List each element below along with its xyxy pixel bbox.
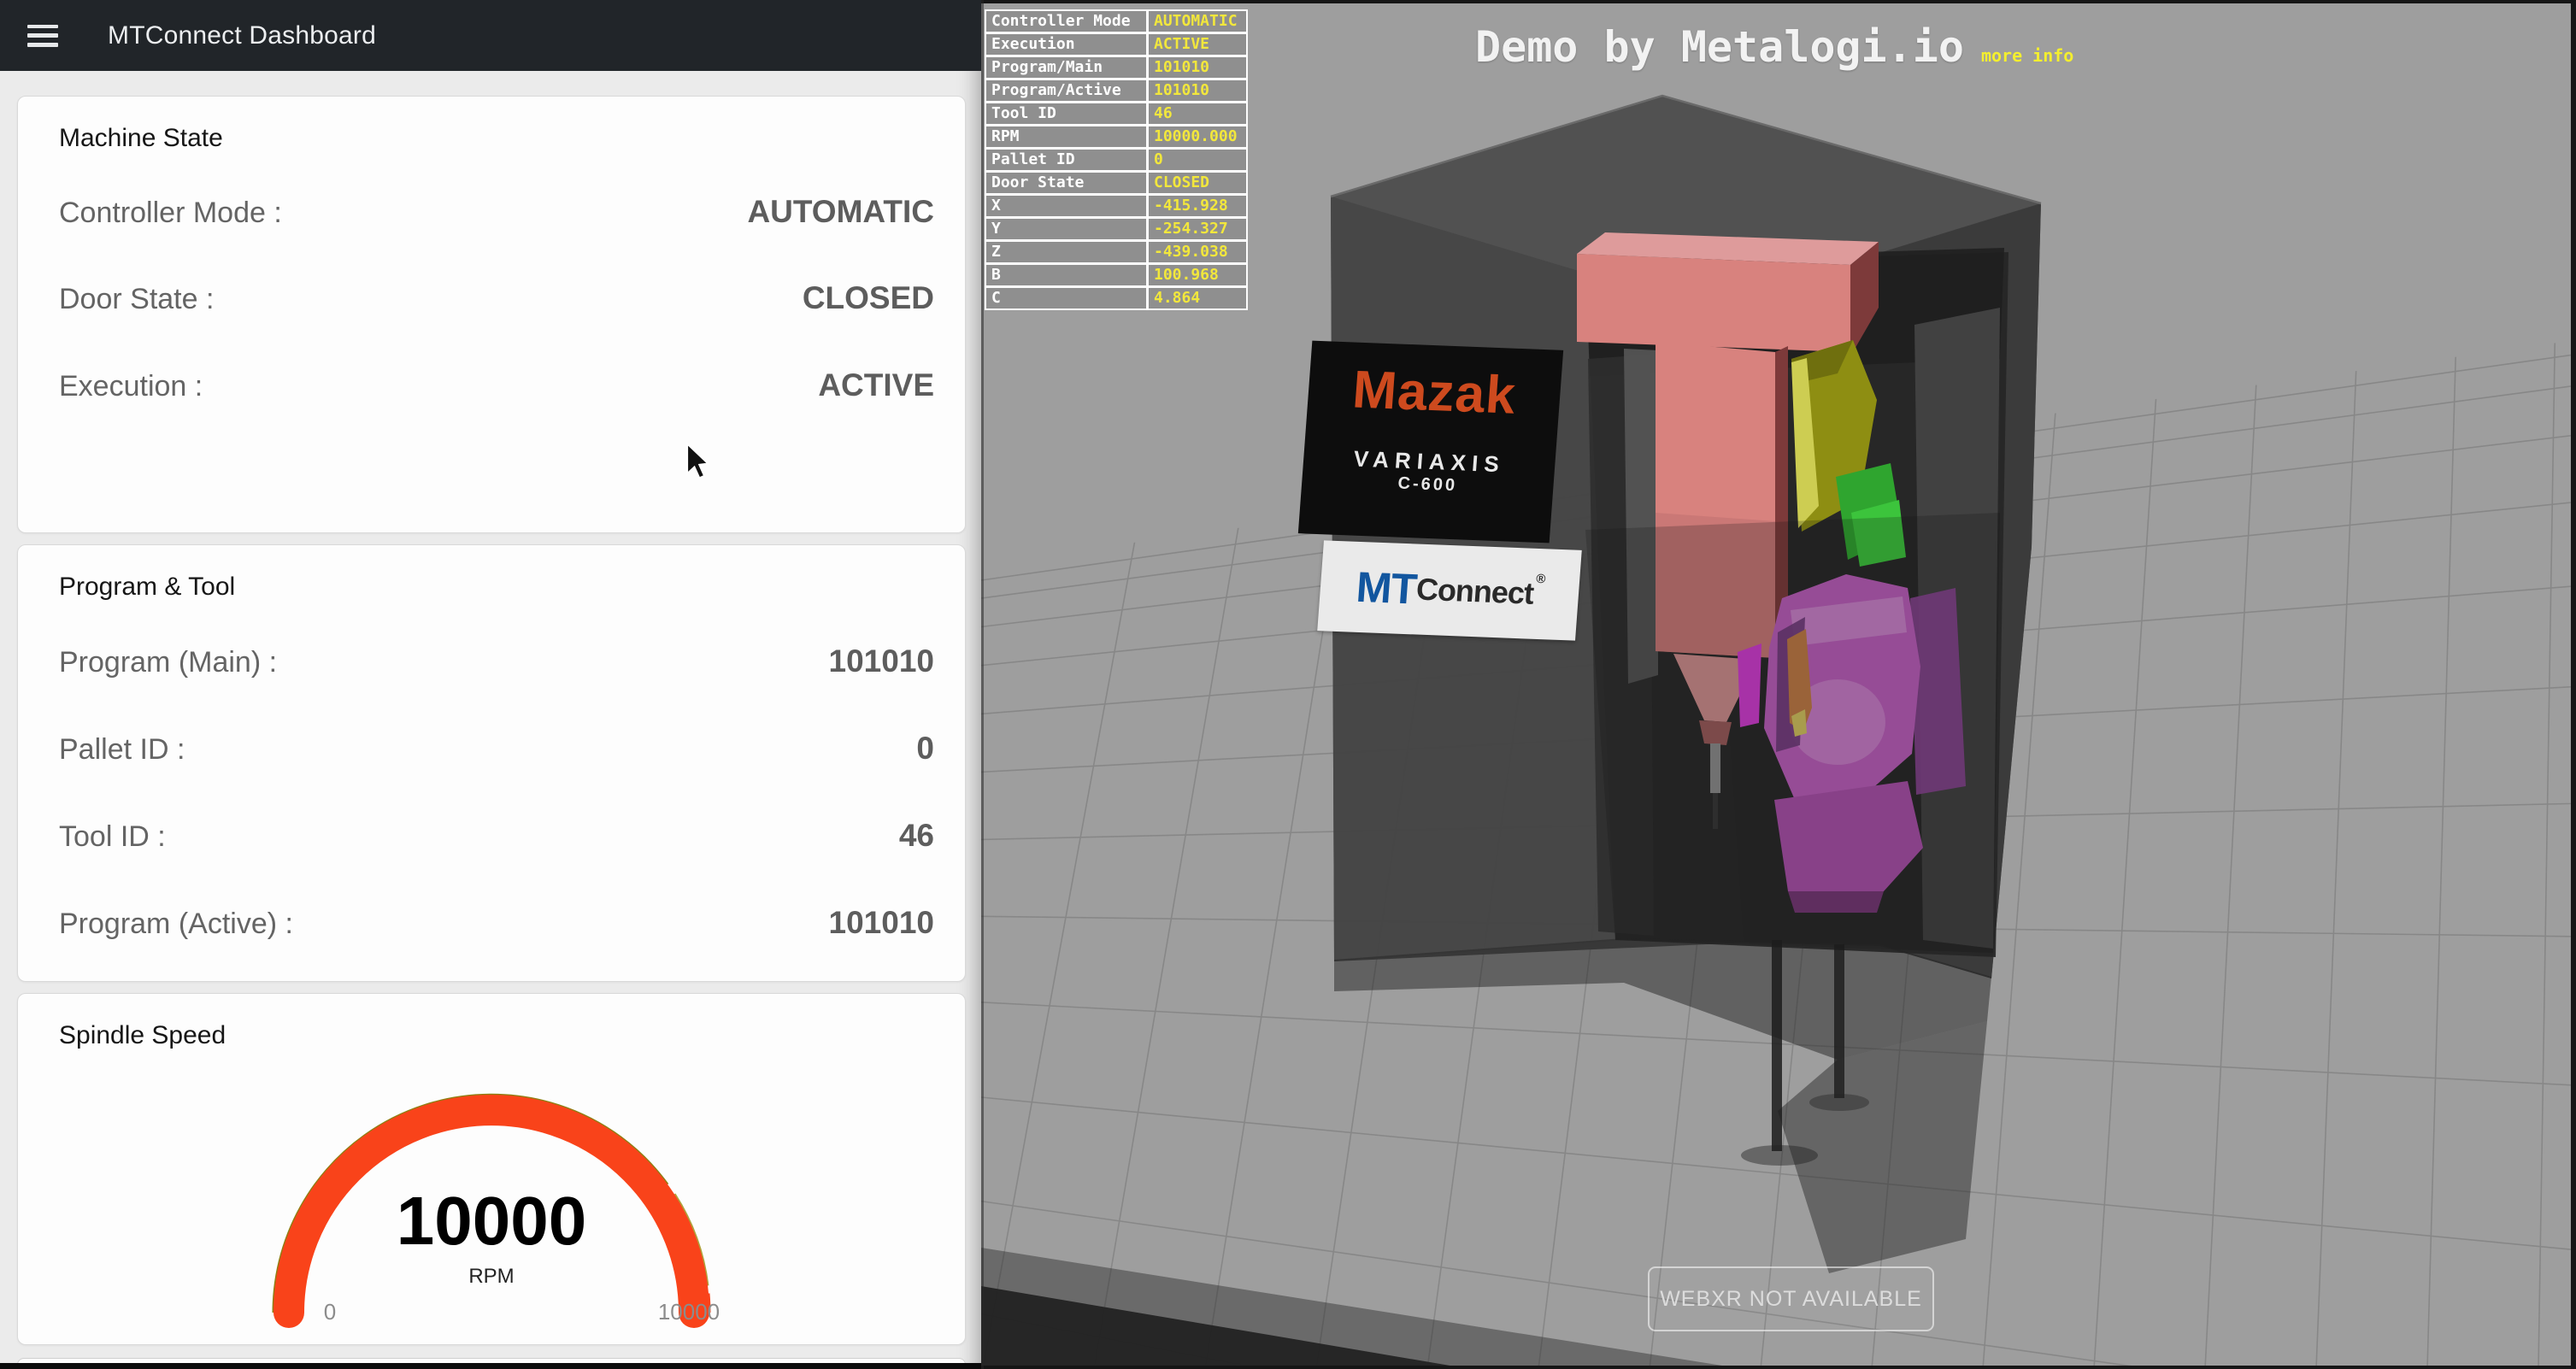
telemetry-value: -415.928 <box>1149 196 1246 216</box>
more-info-link[interactable]: more info <box>1981 45 2073 66</box>
scene-title: Demo by Metalogi.io more info <box>1475 22 2073 72</box>
program-tool-card: Program & Tool Program (Main) : 101010 P… <box>17 544 966 982</box>
telemetry-label: RPM <box>986 126 1146 147</box>
tool-id-value: 46 <box>899 812 934 860</box>
menu-icon-bar <box>27 25 58 29</box>
telemetry-value: 10000.000 <box>1149 126 1246 147</box>
app-header: MTConnect Dashboard <box>0 0 981 71</box>
machine-state-card: Machine State Controller Mode : AUTOMATI… <box>17 96 966 533</box>
telemetry-value: -254.327 <box>1149 219 1246 239</box>
controller-mode-row: Controller Mode : AUTOMATIC <box>59 188 934 236</box>
menu-icon-bar <box>27 33 58 38</box>
telemetry-label: Tool ID <box>986 103 1146 124</box>
telemetry-label: Program/Main <box>986 57 1146 78</box>
telemetry-hud-table: Controller ModeAUTOMATICExecutionACTIVEP… <box>985 9 1248 310</box>
telemetry-label: Pallet ID <box>986 150 1146 170</box>
tool-id-label: Tool ID : <box>59 813 166 861</box>
tool-id-row: Tool ID : 46 <box>59 812 934 860</box>
mtconnect-logo-connect: Connect <box>1415 572 1535 612</box>
mtconnect-logo-plate: MT Connect ® <box>1317 540 1582 640</box>
telemetry-label: B <box>986 265 1146 285</box>
program-active-value: 101010 <box>829 899 934 947</box>
menu-icon-bar <box>27 43 58 47</box>
telemetry-value: 100.968 <box>1149 265 1246 285</box>
telemetry-value: -439.038 <box>1149 242 1246 262</box>
telemetry-value: 46 <box>1149 103 1246 124</box>
machine-state-title: Machine State <box>59 124 223 153</box>
door-state-label: Door State : <box>59 275 214 323</box>
telemetry-label: C <box>986 288 1146 308</box>
telemetry-label: Z <box>986 242 1146 262</box>
scene-border <box>981 1366 2576 1369</box>
program-tool-title: Program & Tool <box>59 573 235 602</box>
pallet-id-value: 0 <box>916 725 934 773</box>
mazak-logo: Mazak <box>1307 358 1562 428</box>
telemetry-value: 4.864 <box>1149 288 1246 308</box>
controller-mode-value: AUTOMATIC <box>747 188 934 236</box>
door-state-value: CLOSED <box>803 274 934 322</box>
gauge-unit: RPM <box>468 1265 514 1288</box>
telemetry-value: 101010 <box>1149 57 1246 78</box>
registered-mark-icon: ® <box>1536 571 1546 585</box>
demo-title: Demo by Metalogi.io <box>1475 22 1964 72</box>
telemetry-label: Program/Active <box>986 80 1146 101</box>
pallet-id-label: Pallet ID : <box>59 726 185 773</box>
mtconnect-logo-mt: MT <box>1355 562 1418 614</box>
telemetry-value: CLOSED <box>1149 173 1246 193</box>
telemetry-value: 101010 <box>1149 80 1246 101</box>
execution-value: ACTIVE <box>818 361 934 409</box>
program-main-value: 101010 <box>829 637 934 685</box>
controller-mode-label: Controller Mode : <box>59 189 282 237</box>
program-main-label: Program (Main) : <box>59 638 277 686</box>
execution-row: Execution : ACTIVE <box>59 361 934 409</box>
telemetry-label: Y <box>986 219 1146 239</box>
gauge-value: 10000 <box>397 1183 586 1259</box>
mtconnect-dashboard-app: MTConnect Dashboard Machine State Contro… <box>0 0 2576 1369</box>
telemetry-label: X <box>986 196 1146 216</box>
telemetry-label: Controller Mode <box>986 11 1146 32</box>
webxr-button[interactable]: WEBXR NOT AVAILABLE <box>1648 1266 1934 1331</box>
page-title: MTConnect Dashboard <box>108 21 376 50</box>
telemetry-value: 0 <box>1149 150 1246 170</box>
spindle-speed-gauge: 10000 RPM 0 10000 <box>18 994 965 1344</box>
telemetry-value: ACTIVE <box>1149 34 1246 55</box>
telemetry-label: Door State <box>986 173 1146 193</box>
program-active-row: Program (Active) : 101010 <box>59 899 934 947</box>
execution-label: Execution : <box>59 362 203 410</box>
scene-border <box>2571 0 2576 1369</box>
telemetry-value: AUTOMATIC <box>1149 11 1246 32</box>
door-state-row: Door State : CLOSED <box>59 274 934 322</box>
scene-border <box>981 0 2576 3</box>
gauge-min-label: 0 <box>324 1299 336 1325</box>
pallet-id-row: Pallet ID : 0 <box>59 725 934 773</box>
spindle-speed-card: Spindle Speed 10000 RPM 0 10000 <box>17 993 966 1345</box>
scene-border <box>981 0 984 1369</box>
program-main-row: Program (Main) : 101010 <box>59 637 934 685</box>
menu-icon[interactable] <box>27 25 58 47</box>
gauge-max-label: 10000 <box>658 1299 720 1325</box>
dashboard-panel: MTConnect Dashboard Machine State Contro… <box>0 0 981 1369</box>
program-active-label: Program (Active) : <box>59 900 293 948</box>
telemetry-label: Execution <box>986 34 1146 55</box>
machine-3d-viewport[interactable]: Mazak VARIAXIS C-600 MT Connect ® Contro… <box>981 0 2576 1369</box>
glass-door <box>1585 513 2000 953</box>
bottom-bar <box>0 1363 981 1369</box>
mouse-cursor <box>684 443 713 480</box>
mazak-logo-plate: Mazak VARIAXIS C-600 <box>1298 341 1563 543</box>
